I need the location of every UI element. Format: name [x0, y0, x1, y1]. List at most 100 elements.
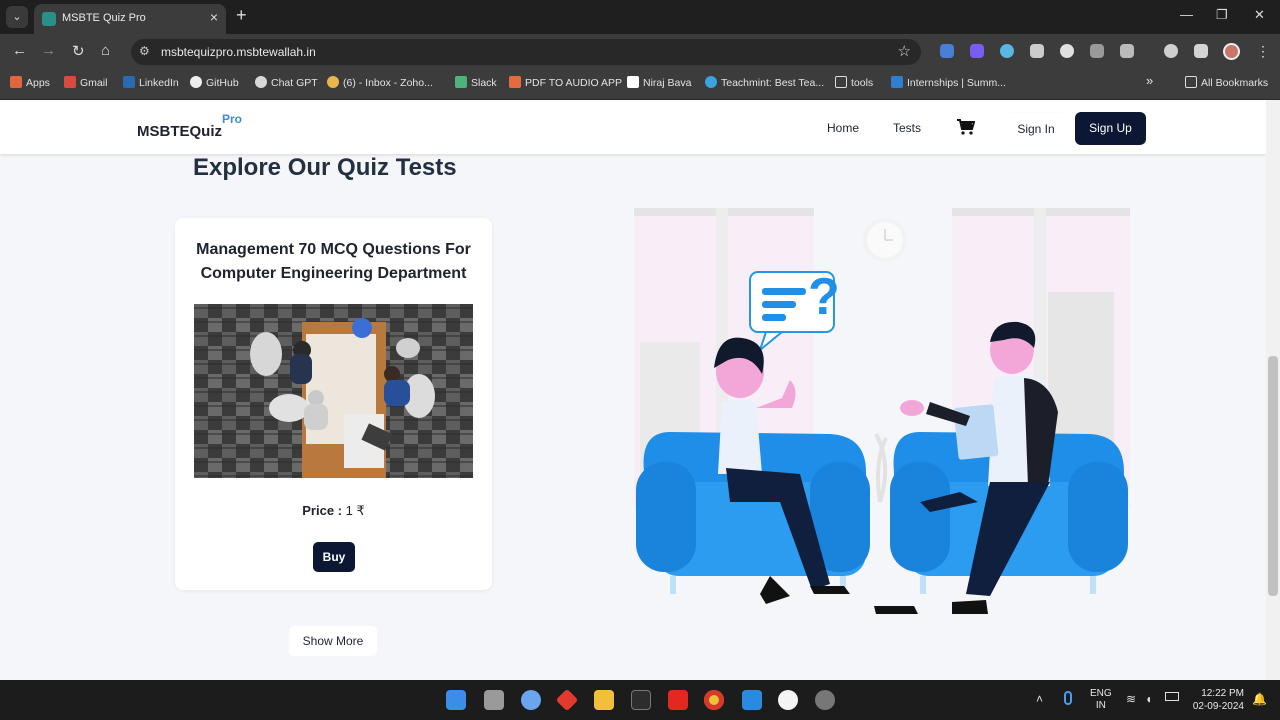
settings-gear-icon[interactable]: [815, 690, 835, 710]
eyedropper-icon[interactable]: [1030, 44, 1044, 58]
show-more-button[interactable]: Show More: [289, 626, 377, 656]
teachmint-icon: [705, 76, 717, 88]
task-view-icon[interactable]: [484, 690, 504, 710]
github-icon: [190, 76, 202, 88]
microphone-icon[interactable]: [1064, 691, 1072, 705]
copilot-icon[interactable]: [521, 690, 541, 710]
nav-home[interactable]: Home: [827, 121, 859, 135]
nav-tests[interactable]: Tests: [893, 121, 921, 135]
reload-icon[interactable]: ↻: [72, 42, 85, 60]
gmail-icon: [64, 76, 76, 88]
site-header: MSBTEQuizPro Home Tests Sign In Sign Up: [0, 100, 1266, 154]
chatgpt-icon: [255, 76, 267, 88]
buy-button[interactable]: Buy: [313, 542, 355, 572]
price-value: 1 ₹: [345, 503, 365, 518]
scrollbar-thumb[interactable]: [1268, 356, 1278, 596]
sign-in-button[interactable]: Sign In: [1004, 113, 1068, 145]
volume-icon[interactable]: ◖: [1145, 692, 1152, 706]
site-logo[interactable]: MSBTEQuizPro: [137, 112, 242, 140]
app-icon[interactable]: [778, 690, 798, 710]
slack-icon: [455, 76, 467, 88]
quiz-card-image[interactable]: [194, 304, 473, 478]
address-toolbar: ← → ↻ ⌂ ⚙ msbtequizpro.msbtewallah.in ☆ …: [0, 34, 1280, 70]
extension-icon[interactable]: [970, 44, 984, 58]
translate-extension-icon[interactable]: [940, 44, 954, 58]
vscode-icon[interactable]: [742, 690, 762, 710]
site-favicon-icon: [42, 12, 56, 26]
input-language[interactable]: ENG IN: [1090, 688, 1112, 712]
extensions-puzzle-icon[interactable]: [1120, 44, 1134, 58]
camera-extension-icon[interactable]: [1090, 44, 1104, 58]
zoho-icon: [327, 76, 339, 88]
svg-text:?: ?: [808, 268, 840, 326]
bookmark-folder-tools[interactable]: tools: [835, 76, 873, 89]
notification-bell-icon[interactable]: 🔔: [1252, 692, 1267, 706]
sign-up-button[interactable]: Sign Up: [1075, 112, 1146, 145]
linkedin-icon: [123, 76, 135, 88]
browser-tab[interactable]: MSBTE Quiz Pro ×: [34, 4, 226, 34]
site-info-icon[interactable]: ⚙: [139, 44, 150, 58]
folder-icon: [835, 76, 847, 88]
logo-text: MSBTEQuiz: [137, 123, 222, 140]
browser-menu-icon[interactable]: ⋮: [1256, 43, 1270, 60]
conversation-illustration: ?: [630, 202, 1135, 622]
cart-icon[interactable]: [957, 119, 976, 135]
bookmark-niraj-bava[interactable]: Niraj Bava: [627, 76, 691, 89]
home-icon[interactable]: ⌂: [101, 42, 110, 59]
web-page: Explore Our Quiz Tests Management 70 MCQ…: [0, 100, 1266, 680]
bookmark-apps[interactable]: Apps: [10, 76, 50, 89]
battery-icon[interactable]: [1165, 692, 1179, 701]
bookmark-star-icon[interactable]: ☆: [898, 42, 911, 60]
bookmark-slack[interactable]: Slack: [455, 76, 497, 89]
url-text[interactable]: msbtequizpro.msbtewallah.in: [161, 45, 316, 59]
react-devtools-icon[interactable]: [1000, 44, 1014, 58]
quiz-card: Management 70 MCQ Questions For Computer…: [175, 218, 492, 590]
bookmark-teachmint[interactable]: Teachmint: Best Tea...: [705, 76, 824, 89]
extension-icon[interactable]: [1060, 44, 1074, 58]
bookmark-github[interactable]: GitHub: [190, 76, 239, 89]
bookmarks-overflow-icon[interactable]: »: [1146, 73, 1153, 88]
bookmark-gmail[interactable]: Gmail: [64, 76, 107, 89]
anydesk-icon[interactable]: [555, 688, 579, 712]
new-tab-icon[interactable]: +: [236, 5, 247, 26]
omnibox[interactable]: ⚙ msbtequizpro.msbtewallah.in ☆: [131, 39, 921, 65]
wifi-icon[interactable]: ≋: [1126, 692, 1136, 706]
quiz-price: Price : 1 ₹: [175, 503, 492, 519]
tab-search-icon[interactable]: ⌄: [6, 6, 28, 28]
page-icon: [627, 76, 639, 88]
tray-overflow-icon[interactable]: ˄: [1036, 692, 1043, 706]
browser-tab-bar: ⌄ MSBTE Quiz Pro × + — ❐ ✕: [0, 0, 1280, 34]
pdf-audio-icon: [509, 76, 521, 88]
apps-grid-icon: [10, 76, 22, 88]
bookmark-pdf-to-audio[interactable]: PDF TO AUDIO APP: [509, 76, 622, 89]
page-heading: Explore Our Quiz Tests: [193, 154, 457, 181]
bookmark-linkedin[interactable]: LinkedIn: [123, 76, 179, 89]
bookmark-zoho-inbox[interactable]: (6) - Inbox - Zoho...: [327, 76, 433, 89]
minimize-icon[interactable]: —: [1180, 7, 1193, 22]
folder-icon: [1185, 76, 1197, 88]
close-window-icon[interactable]: ✕: [1254, 7, 1265, 23]
windows-taskbar: ˄ ENG IN ≋ ◖ 12:22 PM 02-09-2024 🔔: [0, 680, 1280, 720]
bookmark-chatgpt[interactable]: Chat GPT: [255, 76, 318, 89]
internshala-icon: [891, 76, 903, 88]
performance-icon[interactable]: [1164, 44, 1178, 58]
all-bookmarks[interactable]: All Bookmarks: [1185, 76, 1268, 89]
logo-pro-badge: Pro: [222, 112, 243, 126]
maximize-icon[interactable]: ❐: [1216, 7, 1228, 23]
close-tab-icon[interactable]: ×: [210, 9, 218, 25]
price-label: Price :: [302, 503, 342, 518]
quiz-card-title[interactable]: Management 70 MCQ Questions For Computer…: [175, 238, 492, 286]
back-icon[interactable]: ←: [12, 42, 27, 59]
tab-title: MSBTE Quiz Pro: [62, 12, 146, 24]
profile-avatar[interactable]: [1223, 43, 1240, 60]
bookmarks-bar: Apps Gmail LinkedIn GitHub Chat GPT (6) …: [0, 70, 1280, 100]
start-menu-icon[interactable]: [446, 690, 466, 710]
forward-icon[interactable]: →: [41, 42, 56, 59]
terminal-icon[interactable]: [631, 690, 651, 710]
file-explorer-icon[interactable]: [594, 690, 614, 710]
chrome-icon[interactable]: [704, 690, 724, 710]
clock[interactable]: 12:22 PM 02-09-2024: [1192, 687, 1244, 713]
youtube-icon[interactable]: [668, 690, 688, 710]
bookmark-internships[interactable]: Internships | Summ...: [891, 76, 1006, 89]
reading-list-icon[interactable]: [1194, 44, 1208, 58]
